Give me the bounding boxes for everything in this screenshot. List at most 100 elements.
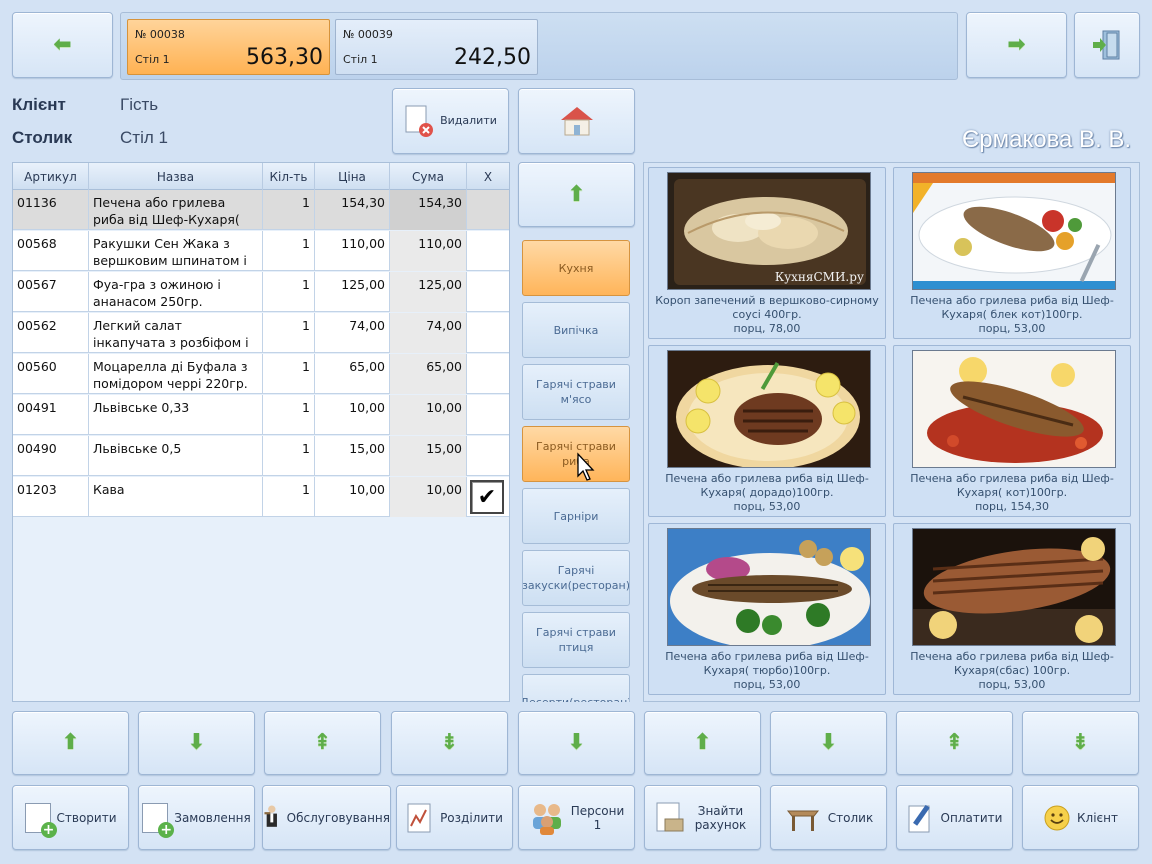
table-row[interactable]: 01136 Печена або грилева риба від Шеф-Ку… xyxy=(13,190,509,230)
cell-qty: 1 xyxy=(263,395,315,435)
split-button[interactable]: Розділити xyxy=(396,785,513,850)
product-card[interactable]: Печена або грилева риба від Шеф-Кухаря( … xyxy=(893,167,1131,339)
home-button[interactable] xyxy=(518,88,635,154)
cell-x[interactable] xyxy=(467,313,509,353)
products-page-up-button[interactable]: ⇞ xyxy=(896,711,1013,775)
service-button[interactable]: Обслуговування xyxy=(262,785,391,850)
cell-price: 125,00 xyxy=(315,272,390,312)
cell-code: 00562 xyxy=(13,313,89,353)
find-bill-label: Знайти рахунок xyxy=(694,803,747,832)
product-image xyxy=(667,528,871,646)
table-scroll-up-button[interactable]: ⬆ xyxy=(12,711,129,775)
cell-qty: 1 xyxy=(263,354,315,394)
cell-x[interactable] xyxy=(467,231,509,271)
cell-x[interactable] xyxy=(467,272,509,312)
new-doc-icon xyxy=(24,802,57,838)
table-row[interactable]: 00568 Ракушки Сен Жака з вершковим шпина… xyxy=(13,231,509,271)
cell-qty: 1 xyxy=(263,477,315,517)
products-scroll-up-button[interactable]: ⬆ xyxy=(644,711,761,775)
arrow-right-icon: ➡ xyxy=(1007,32,1026,57)
order-tab-00038[interactable]: № 00038 Стіл 1 563,30 xyxy=(127,19,330,75)
category-hot-meat[interactable]: Гарячі страви м'ясо xyxy=(522,364,630,420)
products-page-down-button[interactable]: ⇟ xyxy=(1022,711,1139,775)
category-scroll-down-button[interactable]: ⬇ xyxy=(518,711,635,775)
create-button[interactable]: Створити xyxy=(12,785,129,850)
table-row[interactable]: 00567 Фуа-гра з ожиною і ананасом 250гр.… xyxy=(13,272,509,312)
cell-x[interactable] xyxy=(467,436,509,476)
arrow-up-icon: ⬆ xyxy=(61,730,80,755)
table-row[interactable]: 01203 Кава 1 10,00 10,00 ✔ xyxy=(13,477,509,517)
table-button[interactable]: Столик xyxy=(770,785,887,850)
product-price: порц, 78,00 xyxy=(733,322,801,335)
product-card[interactable]: Печена або грилева риба від Шеф-Кухаря( … xyxy=(893,345,1131,517)
category-sides[interactable]: Гарніри xyxy=(522,488,630,544)
table-header: Артикул Назва Кіл-ть Ціна Сума X xyxy=(13,163,509,190)
mouse-cursor-icon xyxy=(577,452,595,481)
table-row[interactable]: 00491 Львівське 0,33 1 10,00 10,00 xyxy=(13,395,509,435)
order-table: Стіл 1 xyxy=(343,53,378,66)
cell-name: Легкий салат інкапучата з розбіфом і пін… xyxy=(89,313,263,353)
cell-code: 00568 xyxy=(13,231,89,271)
cell-name: Ракушки Сен Жака з вершковим шпинатом і xyxy=(89,231,263,271)
user-name: Єрмакова В. В. xyxy=(962,126,1132,153)
table-scroll-down-button[interactable]: ⬇ xyxy=(138,711,255,775)
category-pastry[interactable]: Випічка xyxy=(522,302,630,358)
product-price: порц, 53,00 xyxy=(733,500,801,513)
find-bill-button[interactable]: Знайти рахунок xyxy=(644,785,761,850)
product-caption: Печена або грилева риба від Шеф-Кухаря(с… xyxy=(898,650,1126,692)
page-up-icon: ⇞ xyxy=(313,730,332,755)
forward-button[interactable]: ➡ xyxy=(966,12,1067,78)
product-image xyxy=(912,172,1116,290)
cell-price: 10,00 xyxy=(315,477,390,517)
row-checkbox[interactable]: ✔ xyxy=(470,480,504,514)
arrow-left-icon: ⬅ xyxy=(53,32,72,57)
product-card[interactable]: Печена або грилева риба від Шеф-Кухаря(с… xyxy=(893,523,1131,695)
table-row[interactable]: 00490 Львівське 0,5 1 15,00 15,00 xyxy=(13,436,509,476)
category-scroll-up-button[interactable]: ⬆ xyxy=(518,162,635,227)
category-desserts[interactable]: Десерти(ресторан) xyxy=(522,674,630,702)
cell-sum: 10,00 xyxy=(390,395,467,435)
order-tab-00039[interactable]: № 00039 Стіл 1 242,50 xyxy=(335,19,538,75)
table-row[interactable]: 00560 Моцарелла ді Буфала з помідором че… xyxy=(13,354,509,394)
order-doc-icon xyxy=(142,802,175,838)
header-sum: Сума xyxy=(390,163,467,190)
order-label: Замовлення xyxy=(174,810,251,825)
back-button[interactable]: ⬅ xyxy=(12,12,113,78)
product-card[interactable]: Печена або грилева риба від Шеф-Кухаря( … xyxy=(648,523,886,695)
order-number: № 00039 xyxy=(343,28,393,41)
order-button[interactable]: Замовлення xyxy=(138,785,255,850)
table-page-up-button[interactable]: ⇞ xyxy=(264,711,381,775)
cell-sum: 125,00 xyxy=(390,272,467,312)
cell-x[interactable] xyxy=(467,395,509,435)
delete-label: Видалити xyxy=(440,114,497,127)
product-price: порц, 53,00 xyxy=(978,678,1046,691)
split-label: Розділити xyxy=(440,810,503,825)
cell-x[interactable]: ✔ xyxy=(467,477,509,517)
product-card[interactable]: КухняСМИ.ру Короп запечений в вершково-с… xyxy=(648,167,886,339)
cell-name: Кава xyxy=(89,477,263,517)
exit-button[interactable] xyxy=(1074,12,1140,78)
persons-button[interactable]: Персони 1 xyxy=(518,785,635,850)
table-page-down-button[interactable]: ⇟ xyxy=(391,711,508,775)
table-value: Стіл 1 xyxy=(120,128,168,147)
product-image xyxy=(667,350,871,468)
category-hot-snacks[interactable]: Гарячі закуски(ресторан) xyxy=(522,550,630,606)
products-scroll-down-button[interactable]: ⬇ xyxy=(770,711,887,775)
cell-x[interactable] xyxy=(467,190,509,230)
table-row[interactable]: 00562 Легкий салат інкапучата з розбіфом… xyxy=(13,313,509,353)
cell-price: 15,00 xyxy=(315,436,390,476)
cell-price: 110,00 xyxy=(315,231,390,271)
pay-button[interactable]: Оплатити xyxy=(896,785,1013,850)
product-card[interactable]: Печена або грилева риба від Шеф-Кухаря( … xyxy=(648,345,886,517)
client-button[interactable]: Клієнт xyxy=(1022,785,1139,850)
persons-count: 1 xyxy=(593,817,602,832)
header-price: Ціна xyxy=(315,163,390,190)
category-kitchen[interactable]: Кухня xyxy=(522,240,630,296)
product-image: КухняСМИ.ру xyxy=(667,172,871,290)
delete-button[interactable]: Видалити xyxy=(392,88,509,154)
cell-x[interactable] xyxy=(467,354,509,394)
create-label: Створити xyxy=(56,810,117,825)
category-hot-poultry[interactable]: Гарячі страви птиця xyxy=(522,612,630,668)
cell-price: 154,30 xyxy=(315,190,390,230)
product-name: Короп запечений в вершково-сирному соусі… xyxy=(655,294,879,321)
